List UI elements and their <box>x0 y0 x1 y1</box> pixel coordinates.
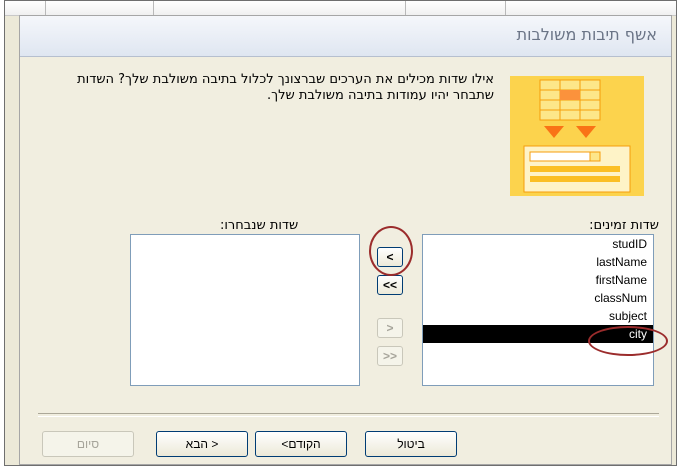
available-fields-list[interactable]: studID lastName firstName classNum subject ci… <box>422 234 654 386</box>
wizard-header: אשף תיבות משולבות <box>20 16 671 57</box>
add-all-fields-button[interactable]: << <box>377 275 403 295</box>
footer-divider <box>38 413 659 417</box>
available-field-item[interactable]: subject <box>423 307 653 325</box>
background-toolbar-strip <box>5 1 676 16</box>
combo-box-wizard-icon <box>510 76 644 196</box>
remove-field-button[interactable]: > <box>377 318 403 338</box>
cancel-button[interactable]: ביטול <box>365 431 457 457</box>
back-button[interactable]: <הקודם <box>255 431 347 457</box>
wizard-title: אשף תיבות משולבות <box>516 25 657 44</box>
available-fields-label: שדות זמינים: <box>589 218 659 233</box>
remove-all-fields-button[interactable]: >> <box>377 346 403 366</box>
selected-fields-label: שדות שנבחרו: <box>220 218 299 233</box>
add-field-button[interactable]: < <box>377 247 403 267</box>
available-field-item[interactable]: lastName <box>423 253 653 271</box>
available-field-item[interactable]: city <box>423 325 653 343</box>
window-frame: אשף תיבות משולבות אילו שדות מכילים את הע… <box>4 0 677 466</box>
available-field-item[interactable]: firstName <box>423 271 653 289</box>
available-field-item[interactable]: studID <box>423 235 653 253</box>
combo-box-wizard-dialog: אשף תיבות משולבות אילו שדות מכילים את הע… <box>19 15 672 465</box>
selected-fields-list[interactable] <box>130 234 360 386</box>
finish-button[interactable]: סיום <box>42 431 134 457</box>
wizard-description: אילו שדות מכילים את הערכים שברצונך לכלול… <box>77 72 494 103</box>
available-field-item[interactable]: classNum <box>423 289 653 307</box>
next-button[interactable]: הבא > <box>156 431 248 457</box>
